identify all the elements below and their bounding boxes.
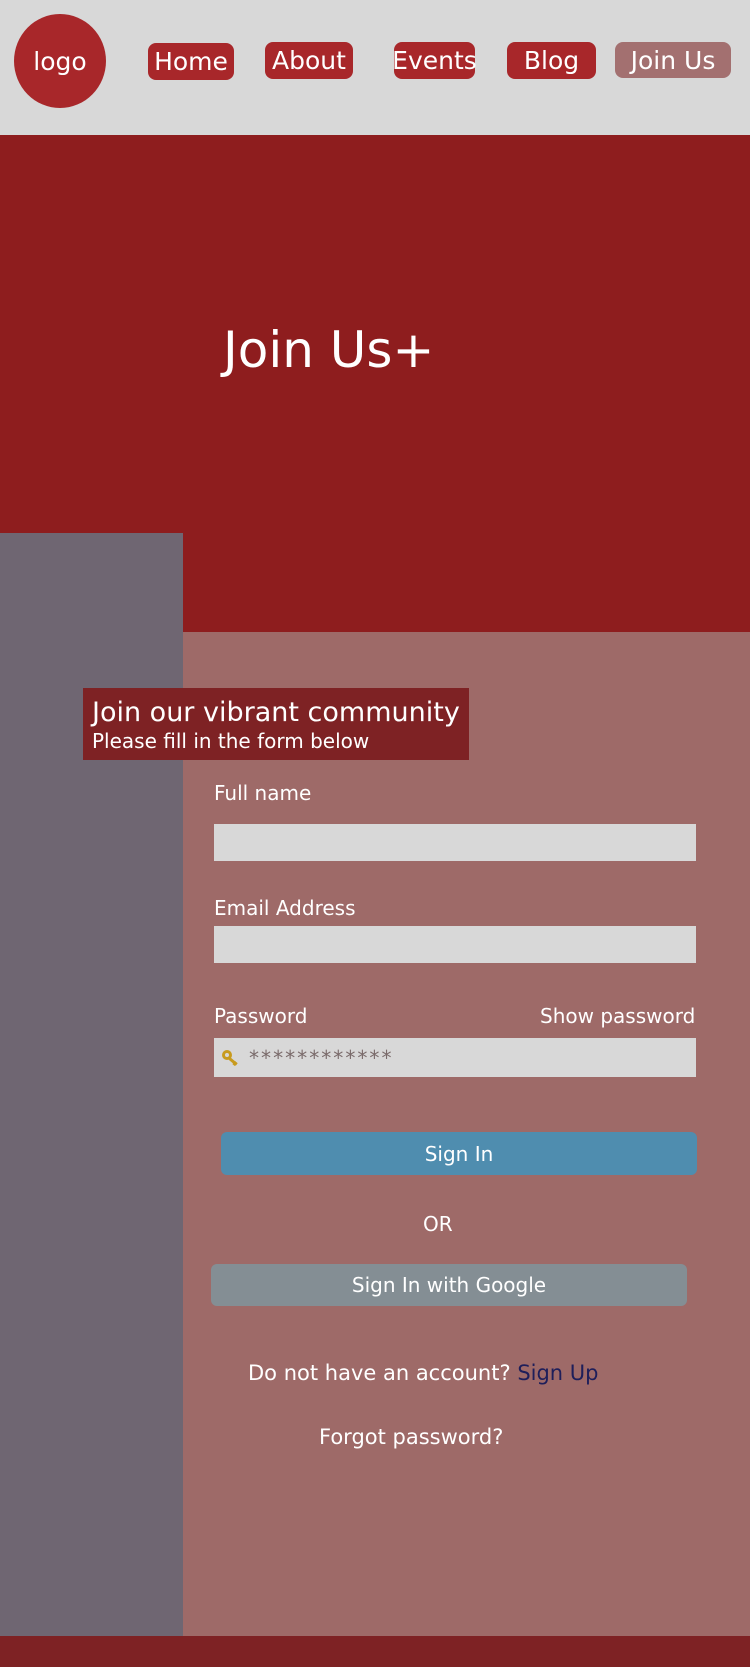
or-divider: OR: [423, 1212, 453, 1236]
google-sign-in-button[interactable]: Sign In with Google: [211, 1264, 687, 1306]
footer-bar: [0, 1636, 750, 1667]
password-label: Password: [214, 1004, 308, 1028]
logo[interactable]: logo: [14, 14, 106, 108]
sign-up-link[interactable]: Sign Up: [517, 1361, 598, 1385]
nav-join-us-button[interactable]: Join Us: [615, 42, 731, 78]
full-name-input[interactable]: [214, 824, 696, 861]
intro-title: Join our vibrant community: [92, 697, 460, 728]
password-input[interactable]: [242, 1044, 670, 1071]
key-icon: [220, 1047, 242, 1069]
intro-subtitle: Please fill in the form below: [92, 729, 370, 753]
no-account-text: Do not have an account?: [248, 1361, 511, 1385]
signup-prompt: Do not have an account? Sign Up: [248, 1360, 599, 1386]
hero-title: Join Us+: [223, 321, 435, 379]
full-name-label: Full name: [214, 781, 312, 805]
forgot-password-link[interactable]: Forgot password?: [319, 1424, 503, 1450]
intro-callout: Join our vibrant community Please fill i…: [83, 688, 469, 760]
nav-blog-button[interactable]: Blog: [507, 42, 596, 79]
password-field[interactable]: [214, 1038, 696, 1077]
site-header: logo Home About Events Blog Join Us: [0, 0, 750, 135]
nav-events-button[interactable]: Events: [392, 42, 477, 79]
email-label: Email Address: [214, 896, 356, 920]
nav-home-button[interactable]: Home: [148, 43, 234, 80]
nav-about-button[interactable]: About: [265, 42, 353, 79]
sign-in-button[interactable]: Sign In: [221, 1132, 697, 1175]
email-input[interactable]: [214, 926, 696, 963]
show-password-toggle[interactable]: Show password: [540, 1004, 695, 1028]
